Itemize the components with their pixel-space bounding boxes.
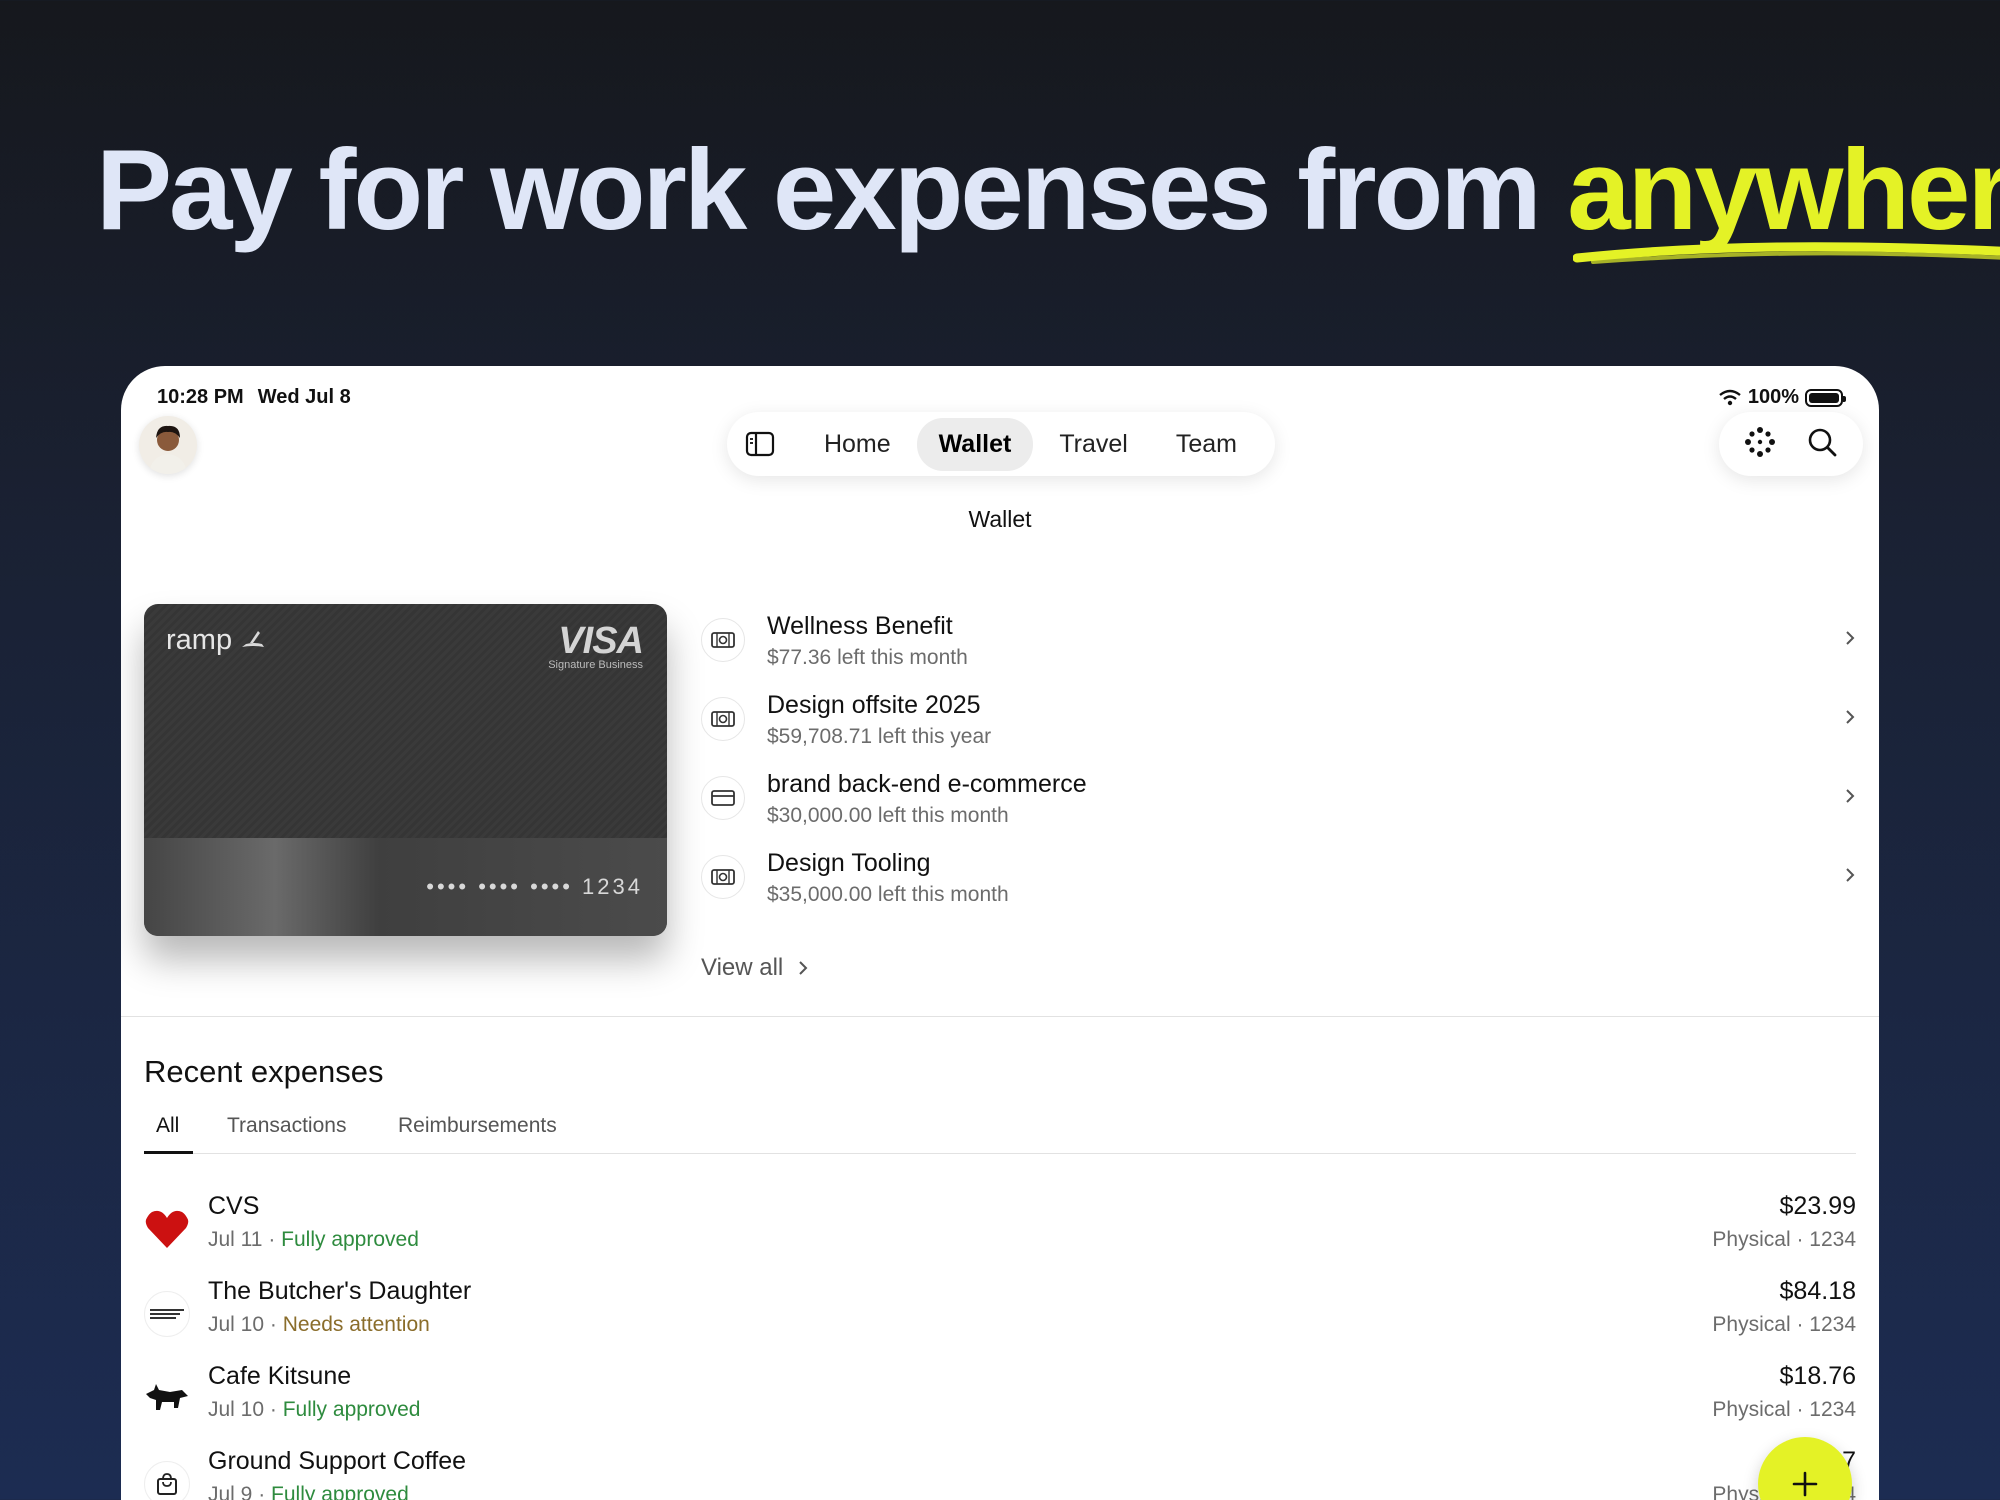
- active-tab-indicator: [144, 1151, 193, 1154]
- tab-team[interactable]: Team: [1154, 418, 1259, 471]
- tab-reimbursements[interactable]: Reimbursements: [398, 1114, 557, 1138]
- headline-text: Pay for work expenses from: [96, 127, 1568, 254]
- tablet-screen: 10:28 PM Wed Jul 8 100% Home Wallet Trave…: [121, 366, 1879, 1500]
- card-network: VISA: [558, 620, 644, 662]
- chevron-right-icon: [1846, 789, 1855, 803]
- expense-meta: Jul 10 · Fully approved: [208, 1398, 420, 1422]
- expense-date: Jul 10: [208, 1313, 265, 1336]
- recent-expenses-title: Recent expenses: [144, 1054, 384, 1089]
- merchant-name: Cafe Kitsune: [208, 1362, 352, 1390]
- expense-meta: Jul 9 · Fully approved: [208, 1483, 409, 1500]
- chevron-right-icon: [799, 961, 808, 975]
- expense-card: Physical · 1234: [1712, 1228, 1856, 1251]
- meta-separator: ·: [264, 1313, 283, 1336]
- merchant-name: CVS: [208, 1192, 260, 1220]
- status-badge: Fully approved: [282, 1398, 421, 1421]
- tab-wallet[interactable]: Wallet: [916, 417, 1034, 471]
- chevron-right-icon: [1846, 710, 1855, 724]
- fund-name: Design Tooling: [767, 849, 931, 877]
- status-bar: 10:28 PM Wed Jul 8 100%: [157, 380, 1846, 410]
- cash-icon: [701, 855, 745, 899]
- status-badge: Fully approved: [271, 1483, 409, 1500]
- view-all-link[interactable]: View all: [701, 954, 809, 982]
- list-item[interactable]: Ground Support Coffee Jul 9 · Fully appr…: [144, 1447, 1856, 1500]
- fund-name: brand back-end e-commerce: [767, 770, 1087, 798]
- top-actions: [1719, 412, 1863, 476]
- brush-underline-icon: [1573, 242, 2000, 264]
- list-item[interactable]: CVS Jul 11 · Fully approved $23.99 Physi…: [144, 1192, 1856, 1277]
- fund-item[interactable]: Design Tooling $35,000.00 left this mont…: [701, 843, 1857, 922]
- cash-icon: [701, 697, 745, 741]
- section-divider: [121, 1016, 1879, 1017]
- tab-travel[interactable]: Travel: [1037, 418, 1150, 471]
- expense-amount: $23.99: [1779, 1192, 1856, 1220]
- sidebar-toggle-icon[interactable]: [739, 420, 782, 468]
- fund-remaining: $59,708.71 left this year: [767, 725, 992, 748]
- card-network-sub: Signature Business: [548, 659, 643, 671]
- wifi-icon: [1719, 389, 1741, 405]
- cash-icon: [701, 618, 745, 662]
- status-time: 10:28 PM: [157, 386, 244, 408]
- plus-icon: [1792, 1471, 1818, 1497]
- status-badge: Fully approved: [281, 1228, 419, 1251]
- fund-item[interactable]: Wellness Benefit $77.36 left this month: [701, 606, 1857, 685]
- apps-grid-icon[interactable]: [1744, 426, 1776, 463]
- fund-item[interactable]: brand back-end e-commerce $30,000.00 lef…: [701, 764, 1857, 843]
- fund-item[interactable]: Design offsite 2025 $59,708.71 left this…: [701, 685, 1857, 764]
- expense-date: Jul 11: [208, 1228, 263, 1251]
- expense-date: Jul 10: [208, 1398, 265, 1421]
- page-title: Wallet: [968, 506, 1032, 532]
- battery-percent: 100%: [1747, 386, 1799, 408]
- expense-amount: $18.76: [1779, 1362, 1856, 1390]
- shopping-bag-icon: [144, 1461, 190, 1500]
- expense-meta: Jul 10 · Needs attention: [208, 1313, 430, 1337]
- chevron-right-icon: [1846, 631, 1855, 645]
- tab-all[interactable]: All: [156, 1114, 179, 1138]
- card-brand: ramp: [166, 624, 266, 657]
- card-brand-text: ramp: [166, 624, 233, 656]
- battery-icon: [1805, 388, 1846, 407]
- avatar[interactable]: [139, 416, 197, 474]
- merchant-name: Ground Support Coffee: [208, 1447, 467, 1475]
- expense-date: Jul 9: [208, 1483, 253, 1500]
- ramp-card[interactable]: ramp VISA Signature Business •••• •••• •…: [144, 604, 667, 936]
- expense-tabs: All Transactions Reimbursements: [144, 1104, 1856, 1154]
- search-icon[interactable]: [1806, 426, 1838, 463]
- fox-icon: [144, 1376, 190, 1422]
- ramp-logo-icon: [242, 631, 265, 647]
- view-all-label: View all: [701, 954, 784, 981]
- headline: Pay for work expenses from anywhere: [96, 127, 2000, 264]
- card-number: •••• •••• •••• 1234: [426, 874, 643, 899]
- tab-home[interactable]: Home: [802, 418, 913, 471]
- fund-name: Wellness Benefit: [767, 612, 953, 640]
- fund-remaining: $30,000.00 left this month: [767, 804, 1009, 827]
- heart-icon: [144, 1206, 190, 1252]
- meta-separator: ·: [252, 1483, 272, 1500]
- fund-name: Design offsite 2025: [767, 691, 981, 719]
- top-navigation: Home Wallet Travel Team: [727, 412, 1275, 476]
- meta-separator: ·: [262, 1228, 282, 1251]
- merchant-logo-icon: [144, 1291, 190, 1337]
- meta-separator: ·: [264, 1398, 283, 1421]
- status-badge: Needs attention: [282, 1313, 430, 1336]
- expense-amount: $84.18: [1779, 1277, 1856, 1305]
- fund-remaining: $77.36 left this month: [767, 646, 968, 669]
- status-date: Wed Jul 8: [257, 386, 351, 408]
- expense-meta: Jul 11 · Fully approved: [208, 1228, 419, 1252]
- funds-list: Wellness Benefit $77.36 left this month …: [701, 606, 1857, 922]
- chevron-right-icon: [1846, 868, 1855, 882]
- expense-card: Physical · 1234: [1712, 1313, 1856, 1336]
- expense-card: Physical · 1234: [1712, 1398, 1856, 1421]
- tab-transactions[interactable]: Transactions: [227, 1114, 346, 1138]
- merchant-name: The Butcher's Daughter: [208, 1277, 472, 1305]
- credit-card-icon: [701, 776, 745, 820]
- list-item[interactable]: The Butcher's Daughter Jul 10 · Needs at…: [144, 1277, 1856, 1362]
- headline-highlight: anywhere: [1567, 128, 2000, 264]
- fund-remaining: $35,000.00 left this month: [767, 883, 1009, 906]
- list-item[interactable]: Cafe Kitsune Jul 10 · Fully approved $18…: [144, 1362, 1856, 1447]
